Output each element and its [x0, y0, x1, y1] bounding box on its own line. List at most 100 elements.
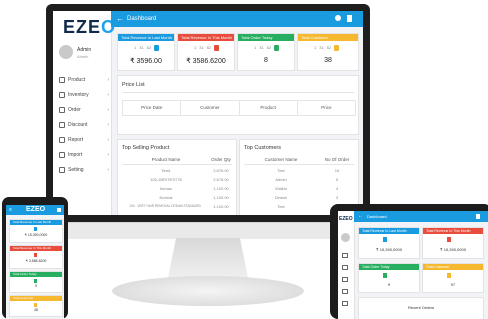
page-title: Dashboard — [367, 214, 387, 219]
sidebar-item-label: Import — [68, 152, 83, 158]
page-title: Dashboard — [127, 16, 157, 22]
stat-card-customer[interactable]: Total Customer 1 31 62 38 — [297, 33, 359, 71]
mini-chart — [447, 273, 451, 278]
tablet-stat-card[interactable]: Total Order Today 9 — [358, 263, 420, 293]
table-cell: 1,100.00 — [213, 204, 229, 209]
mini-chart — [383, 237, 387, 242]
sidebar-item-setting[interactable]: Setting › — [59, 165, 109, 175]
logout-icon[interactable] — [476, 214, 480, 219]
phone-stat-card[interactable]: Total Revenue In This Month ₹ 3,586.6200 — [9, 245, 63, 269]
avatar[interactable] — [341, 233, 350, 242]
stat-card-last-month[interactable]: Total Revenue In Last Month 1 31 62 ₹ 3596… — [117, 33, 175, 71]
sidebar: EZEO Admin Admin Product › Inventory › Ord… — [53, 11, 115, 215]
table-cell: Admin — [275, 177, 287, 182]
tablet-top-bar: ← Dashboard — [354, 211, 488, 222]
tag-icon — [59, 122, 65, 128]
sidebar-item-discount[interactable]: Discount › — [59, 120, 109, 130]
column-header[interactable]: Order Qty — [208, 157, 234, 162]
table-cell: 2,678.00 — [213, 177, 229, 182]
phone-logo: EZEO — [26, 206, 46, 213]
phone-top-bar: ≡ EZEO — [6, 205, 64, 215]
recent-orders-panel: Recent Orders — [358, 297, 484, 319]
table-cell: Ilumas — [160, 186, 172, 191]
phone-stat-card[interactable]: Total Order Today 9 — [9, 271, 63, 293]
box-icon — [59, 77, 65, 83]
boxes-icon[interactable] — [342, 265, 348, 270]
phone-frame: ≡ EZEO Total Revenue In Last Month ₹ 15,… — [2, 197, 68, 319]
mini-chart — [34, 227, 37, 231]
column-header[interactable]: Customer — [181, 101, 240, 115]
phone-stat-card[interactable]: Total Revenue In Last Month ₹ 15,390,000… — [9, 219, 63, 243]
chevron-right-icon: › — [107, 152, 109, 158]
sidebar-item-label: Order — [68, 107, 81, 113]
chart-icon[interactable] — [342, 301, 348, 306]
table-cell: Normal — [159, 195, 173, 200]
sidebar-item-order[interactable]: Order › — [59, 105, 109, 115]
panel-title: Top Selling Product — [122, 145, 170, 151]
stat-card-this-month[interactable]: Total Revenue In This Month 1 31 62 ₹ 3586… — [177, 33, 235, 71]
back-arrow-icon[interactable]: ← — [116, 14, 124, 23]
back-arrow-icon[interactable]: ← — [358, 213, 363, 219]
price-list-panel: Price List Price Date Customer Product P… — [117, 75, 359, 135]
table-cell: 100-1BRITEST78 — [150, 177, 182, 182]
logout-icon[interactable] — [57, 208, 61, 212]
chart-icon — [59, 137, 65, 143]
sidebar-item-product[interactable]: Product › — [59, 75, 109, 85]
table-cell: 4 — [335, 186, 339, 191]
monitor-frame: EZEO Admin Admin Product › Inventory › Ord… — [46, 4, 370, 222]
tablet-screen: EZEO ← Dashboard Total Revenue In Last M… — [338, 211, 488, 319]
logout-icon[interactable] — [347, 15, 352, 22]
table-cell: 5 — [335, 177, 339, 182]
tablet-stat-card[interactable]: Total Revenue In Last Month ₹ 15,390,000… — [358, 227, 420, 259]
import-icon — [59, 152, 65, 158]
card-value: 38 — [324, 57, 332, 64]
user-name: Admin — [77, 47, 92, 53]
table-cell: 1,100.00 — [213, 195, 229, 200]
chevron-right-icon: › — [107, 77, 109, 83]
phone-stat-card[interactable]: Total Customer 48 — [9, 295, 63, 317]
sidebar-item-inventory[interactable]: Inventory › — [59, 90, 109, 100]
column-header[interactable]: Product — [240, 101, 298, 115]
card-title: Total Customer — [298, 34, 358, 41]
table-cell: 15 — [334, 168, 340, 173]
chevron-right-icon: › — [107, 137, 109, 143]
mini-chart: 1 31 62 — [194, 45, 220, 51]
column-header[interactable]: Price — [298, 101, 355, 115]
box-icon[interactable] — [342, 253, 348, 258]
mini-chart — [447, 237, 451, 242]
column-header[interactable]: Customer Name — [246, 157, 316, 162]
mini-chart — [34, 253, 37, 257]
tablet-stat-card[interactable]: Total Revenue In This Month ₹ 15,390,000… — [422, 227, 484, 259]
cart-icon — [59, 107, 65, 113]
cart-icon[interactable] — [342, 277, 348, 282]
divider — [122, 92, 354, 93]
card-value: ₹ 3586.6200 — [186, 58, 226, 65]
table-cell: 2,676.00 — [213, 168, 229, 173]
menu-icon[interactable]: ≡ — [9, 207, 12, 213]
column-header[interactable]: Product Name — [124, 157, 208, 162]
gear-icon — [59, 167, 65, 173]
table-cell: 3 — [335, 195, 339, 200]
sidebar-item-report[interactable]: Report › — [59, 135, 109, 145]
tablet-frame: EZEO ← Dashboard Total Revenue In Last M… — [330, 204, 488, 319]
avatar[interactable] — [59, 45, 73, 59]
mini-chart — [34, 279, 37, 283]
settings-icon[interactable] — [335, 15, 341, 21]
panel-title: Top Customers — [244, 145, 281, 151]
tag-icon[interactable] — [342, 289, 348, 294]
column-header[interactable]: Price Date — [123, 101, 182, 115]
tablet-stat-card[interactable]: Total Customer 97 — [422, 263, 484, 293]
column-header[interactable]: No Of Order — [318, 157, 356, 162]
table-cell: Walkin — [275, 186, 287, 191]
user-role: Admin — [77, 54, 89, 59]
table-cell: Test — [277, 204, 285, 209]
sidebar-item-import[interactable]: Import › — [59, 150, 109, 160]
tablet-sidebar: EZEO — [338, 211, 355, 319]
top-selling-panel: Top Selling Product Product Name Order Q… — [117, 139, 237, 215]
stat-card-order-today[interactable]: Total Order Today 1 31 62 8 — [237, 33, 295, 71]
mini-chart: 1 31 62 — [254, 45, 280, 51]
card-title: Total Revenue In This Month — [178, 34, 234, 41]
monitor-stand-base — [112, 276, 304, 306]
chevron-right-icon: › — [107, 122, 109, 128]
sidebar-item-label: Report — [68, 137, 84, 143]
